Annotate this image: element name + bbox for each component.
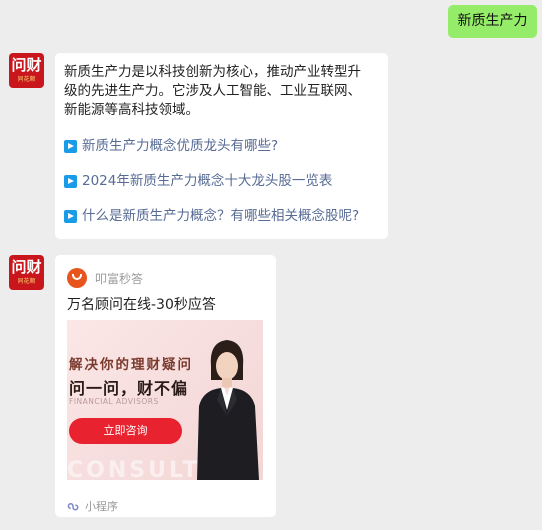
mini-program-title: 万名顾问在线-30秒应答 bbox=[67, 297, 216, 313]
suggested-question-1[interactable]: 新质生产力概念优质龙头有哪些? bbox=[64, 137, 378, 156]
bot-message-bubble: 新质生产力是以科技创新为核心，推动产业转型升 级的先进生产力。它涉及人工智能、工… bbox=[55, 53, 388, 239]
play-icon bbox=[64, 140, 77, 153]
intro-line: 级的先进生产力。它涉及人工智能、工业互联网、 bbox=[64, 83, 361, 99]
suggested-question-3[interactable]: 什么是新质生产力概念？有哪些相关概念股呢? bbox=[64, 207, 378, 226]
bot-avatar[interactable]: 问财 同花顺 bbox=[9, 255, 44, 290]
mini-program-card[interactable]: 叩富秒答 万名顾问在线-30秒应答 解决你的理财疑问 问一问，财不偏 FINAN… bbox=[55, 255, 276, 517]
brand-logo-icon bbox=[67, 268, 87, 288]
avatar-subtext: 同花顺 bbox=[17, 76, 36, 83]
mini-program-icon bbox=[67, 502, 79, 510]
avatar-text: 问财 bbox=[11, 258, 42, 276]
play-icon bbox=[64, 210, 77, 223]
banner-headline: 解决你的理财疑问 bbox=[69, 357, 193, 373]
mini-program-banner[interactable]: 解决你的理财疑问 问一问，财不偏 FINANCIAL ADVISORS 立即咨询… bbox=[67, 320, 263, 480]
consult-now-button[interactable]: 立即咨询 bbox=[69, 418, 182, 444]
mini-program-footer: 小程序 bbox=[67, 498, 118, 514]
question-label: 什么是新质生产力概念？有哪些相关概念股呢? bbox=[82, 208, 360, 224]
suggested-question-2[interactable]: 2024年新质生产力概念十大龙头股一览表 bbox=[64, 172, 378, 191]
avatar-text: 问财 bbox=[11, 56, 42, 74]
brand-name: 叩富秒答 bbox=[95, 271, 144, 286]
banner-subtitle: FINANCIAL ADVISORS bbox=[69, 397, 159, 406]
mini-program-label: 小程序 bbox=[85, 500, 118, 513]
avatar-subtext: 同花顺 bbox=[17, 278, 36, 285]
intro-line: 新能源等高科技领域。 bbox=[64, 102, 199, 118]
bot-avatar[interactable]: 问财 同花顺 bbox=[9, 53, 44, 88]
advisor-illustration bbox=[197, 340, 259, 480]
banner-slogan: 问一问，财不偏 bbox=[69, 379, 189, 398]
play-icon bbox=[64, 175, 77, 188]
question-label: 新质生产力概念优质龙头有哪些? bbox=[82, 138, 279, 154]
mini-program-brand: 叩富秒答 bbox=[67, 268, 143, 288]
question-label: 2024年新质生产力概念十大龙头股一览表 bbox=[82, 173, 333, 189]
user-message-bubble: 新质生产力 bbox=[448, 5, 537, 38]
bot-intro-text: 新质生产力是以科技创新为核心，推动产业转型升 级的先进生产力。它涉及人工智能、工… bbox=[64, 63, 378, 120]
intro-line: 新质生产力是以科技创新为核心，推动产业转型升 bbox=[64, 64, 361, 80]
